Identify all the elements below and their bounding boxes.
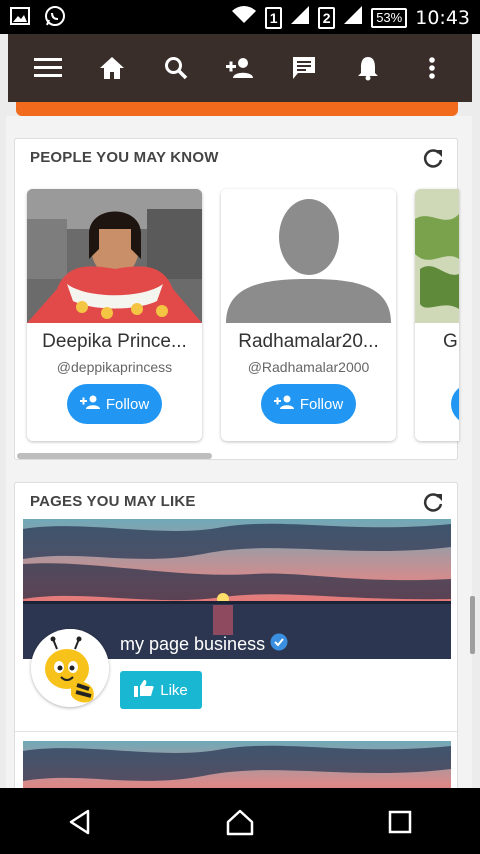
pages-you-may-like-section: PAGES YOU MAY LIKE my page business Like: [14, 482, 458, 788]
section-title: PEOPLE YOU MAY KNOW: [30, 149, 219, 166]
search-icon[interactable]: [154, 46, 198, 90]
default-avatar: [221, 189, 396, 323]
notifications-icon[interactable]: [346, 46, 390, 90]
orange-banner-strip: [16, 102, 458, 116]
home-icon[interactable]: [90, 46, 134, 90]
follow-button[interactable]: [451, 384, 459, 424]
person-card[interactable]: Radhamalar20... @Radhamalar2000 Follow: [221, 189, 396, 441]
clock: 10:43: [415, 6, 470, 29]
more-vert-icon[interactable]: [410, 46, 454, 90]
person-handle: @deppikaprincess: [56, 359, 173, 375]
system-navigation-bar: [0, 790, 480, 854]
refresh-icon[interactable]: [421, 491, 445, 515]
section-title: PAGES YOU MAY LIKE: [30, 493, 196, 510]
page-name-label: my page business: [120, 634, 266, 654]
gallery-icon: [10, 6, 30, 31]
whatsapp-icon: [44, 5, 66, 32]
sim1-badge: 1: [265, 6, 283, 29]
follow-button[interactable]: Follow: [261, 384, 356, 424]
people-you-may-know-section: PEOPLE YOU MAY KNOW Deepika Prince... @d…: [14, 138, 459, 460]
status-bar: 1 2 53% 10:43: [0, 0, 480, 34]
like-label: Like: [160, 681, 188, 699]
vertical-scrollbar[interactable]: [470, 596, 475, 654]
page-avatar[interactable]: [31, 629, 109, 707]
follow-button[interactable]: Follow: [67, 384, 162, 424]
verified-icon: [270, 633, 288, 656]
battery-icon: 53%: [371, 7, 408, 28]
app-content: PEOPLE YOU MAY KNOW Deepika Prince... @d…: [0, 34, 480, 788]
person-handle: @Radhamalar2000: [247, 359, 370, 375]
add-person-icon: [79, 395, 100, 413]
page-cover-image[interactable]: [23, 741, 451, 788]
profile-photo: [415, 189, 459, 323]
home-nav-icon[interactable]: [210, 792, 270, 852]
add-person-icon: [273, 395, 294, 413]
add-friend-icon[interactable]: [218, 46, 262, 90]
like-button[interactable]: Like: [120, 671, 202, 709]
divider: [15, 731, 457, 732]
follow-label: Follow: [299, 395, 344, 413]
horizontal-scrollbar[interactable]: [17, 453, 212, 459]
top-toolbar: [8, 34, 472, 102]
back-icon[interactable]: [50, 792, 110, 852]
person-name: Radhamalar20...: [238, 331, 379, 352]
person-name: Deepika Prince...: [42, 331, 187, 352]
person-card[interactable]: G: [415, 189, 459, 441]
signal-icon: [290, 5, 310, 30]
page-name[interactable]: my page business: [120, 633, 288, 656]
person-name: G: [443, 331, 458, 352]
menu-icon[interactable]: [26, 46, 70, 90]
person-card[interactable]: Deepika Prince... @deppikaprincess Follo…: [27, 189, 202, 441]
signal-icon: [343, 5, 363, 30]
thumbs-up-icon: [134, 679, 154, 701]
follow-label: Follow: [105, 395, 150, 413]
sim2-badge: 2: [318, 6, 336, 29]
profile-photo: [27, 189, 202, 323]
wifi-icon: [231, 5, 257, 30]
refresh-icon[interactable]: [421, 147, 445, 171]
recents-icon[interactable]: [370, 792, 430, 852]
messages-icon[interactable]: [282, 46, 326, 90]
